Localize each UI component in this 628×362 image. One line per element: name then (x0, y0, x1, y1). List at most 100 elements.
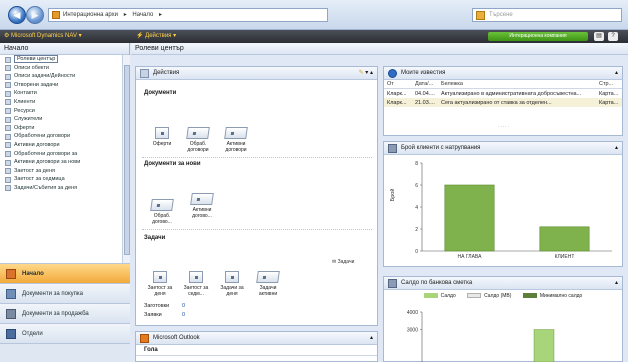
nav-item[interactable]: Отворени задачи (0, 81, 122, 90)
collapse-icon[interactable]: ▴ (615, 277, 618, 290)
action-label: Заетост за седм... (183, 285, 209, 297)
group-title-new-docs: Документи за нови (144, 161, 201, 167)
nav-item-label: Задачи/Събития за деня (14, 184, 78, 191)
panel-title: Брой клиенти с натрупвания (401, 145, 481, 151)
action-label: Активни догово... (192, 207, 212, 219)
search-input[interactable]: Търсене (472, 8, 622, 22)
address-toolbar: ◀ ▶ Интерационна архи ▸ Начало ▸ Търсене (0, 0, 628, 30)
action-processed-contracts[interactable]: Обраб. договори (182, 127, 214, 153)
nav-section-label: Отдели (22, 331, 43, 337)
nav-section-purchase-docs[interactable]: Документи за покупка (0, 283, 130, 303)
column-header[interactable]: Стр... (596, 80, 622, 89)
table-header-row: От Дата/... Бележка Стр... (384, 80, 622, 89)
action-offers[interactable]: Оферти (146, 127, 178, 147)
nav-list: Ролеви център Описи обекти Описи задачи/Де… (0, 55, 122, 263)
company-button[interactable]: Интерационна компания (488, 32, 588, 41)
search-placeholder: Търсене (489, 12, 513, 18)
nav-item-label: Описи обекти (14, 64, 49, 71)
table-row[interactable]: Кларк... 21.03.... Сега актуализирано от… (384, 98, 622, 107)
group-title-tasks: Задачи (144, 235, 166, 241)
y-tick-label: 0 (415, 249, 418, 255)
bar (444, 184, 495, 252)
breadcrumb-item[interactable]: Начало (132, 12, 153, 18)
x-tick-label: НА ГЛАВА (458, 254, 483, 260)
nav-item[interactable]: Ресурси (0, 107, 122, 116)
help-button[interactable]: ? (608, 32, 618, 41)
nav-item[interactable]: Заетост за деня (0, 167, 122, 176)
nav-item-label: Заетост за деня (14, 167, 55, 174)
nav-pane-footer (0, 343, 130, 362)
table-row[interactable]: Кларк... 04.04.... Актуализирано в админ… (384, 89, 622, 99)
nav-item[interactable]: Задачи/Събития за деня (0, 184, 122, 193)
breadcrumb[interactable]: Интерационна архи ▸ Начало ▸ (48, 8, 328, 22)
list-icon (5, 151, 11, 158)
list-icon (5, 159, 11, 166)
chevron-right-icon: ▸ (158, 12, 162, 18)
legend-item: Салдо (МВ) (467, 293, 511, 299)
nav-item[interactable]: Активни договори (0, 141, 122, 150)
nav-section-departments[interactable]: Отдели (0, 323, 130, 343)
app-menu[interactable]: ⚙ Microsoft Dynamics NAV ▾ (4, 30, 82, 43)
nav-item[interactable]: Обработени договори (0, 132, 122, 141)
nav-item[interactable]: Ролеви център (0, 55, 122, 64)
nav-item-label: Служители (14, 116, 43, 123)
cue-value[interactable]: 0 (182, 303, 185, 309)
nav-item[interactable]: Оферти (0, 124, 122, 133)
breadcrumb-item[interactable]: Интерационна архи (63, 12, 118, 18)
action-active-contracts[interactable]: Активни договори (220, 127, 252, 153)
action-label: Обраб. договори (187, 141, 209, 153)
list-icon (5, 125, 11, 132)
cue-value[interactable]: 0 (182, 312, 185, 318)
nav-item[interactable]: Контакти (0, 89, 122, 98)
contract-icon (186, 127, 210, 139)
action-new-processed[interactable]: Обраб. догово... (146, 199, 178, 225)
navigation-pane: Начало Ролеви център Описи обекти Описи за… (0, 43, 130, 362)
action-busy-week[interactable]: Заетост за седм... (180, 271, 212, 297)
nav-item[interactable]: Служители (0, 115, 122, 124)
documents-icon (6, 309, 16, 319)
tasks-link[interactable]: ✉ Задачи (332, 259, 354, 265)
panel-title: Microsoft Outlook (153, 335, 200, 341)
panel-controls[interactable]: ✎ ▾ ▴ (359, 67, 373, 80)
list-icon (5, 90, 11, 97)
action-tasks-active[interactable]: Задачи активни (252, 271, 284, 297)
nav-scrollbar[interactable] (122, 55, 130, 263)
scrollbar-thumb[interactable] (124, 65, 130, 255)
nav-section-label: Документи за покупка (22, 291, 84, 297)
nav-section-sales-docs[interactable]: Документи за продажба (0, 303, 130, 323)
column-header[interactable]: От (384, 80, 412, 89)
column-header[interactable]: Дата/... (412, 80, 438, 89)
table-cell: Карта... (596, 98, 622, 107)
action-busy-day[interactable]: Заетост за деня (144, 271, 176, 297)
collapse-icon[interactable]: ▴ (370, 332, 373, 345)
collapse-icon[interactable]: ▴ (615, 142, 618, 155)
column-header[interactable]: Бележка (438, 80, 596, 89)
action-label: Задачи активни (258, 285, 278, 297)
nav-item-label: Отворени задачи (14, 81, 59, 88)
nav-item[interactable]: Активни договори за нови (0, 158, 122, 167)
edit-icon[interactable]: ✎ (359, 70, 364, 76)
nav-section-home[interactable]: Начало (0, 263, 130, 283)
calendar-icon (189, 271, 203, 283)
nav-item[interactable]: Заетост за седмица (0, 175, 122, 184)
back-button[interactable]: ◀ (8, 6, 26, 24)
actions-icon (140, 69, 149, 78)
chart-legend: Салдо Салдо (МВ) Минимално салдо (384, 293, 622, 299)
list-icon (5, 82, 11, 89)
view-options-button[interactable]: ▤ (594, 32, 604, 41)
x-tick-label: КЛИЕНТ (555, 254, 575, 260)
nav-item[interactable]: Описи задачи/Дейности (0, 72, 122, 81)
legend-swatch (467, 293, 482, 299)
nav-item[interactable]: Описи обекти (0, 64, 122, 73)
nav-item[interactable]: Клиенти (0, 98, 122, 107)
notifications-panel: Моите известия ▴ От Дата/... Бележка Стр… (383, 66, 623, 136)
collapse-icon[interactable]: ▴ (615, 67, 618, 80)
actions-menu[interactable]: ⚡ Действия ▾ (136, 30, 176, 43)
nav-item-label: Ролеви център (14, 55, 59, 63)
nav-item[interactable]: Обработени договори за (0, 150, 122, 159)
action-tasks-day[interactable]: Задачи за деня (216, 271, 248, 297)
forward-button[interactable]: ▶ (26, 6, 44, 24)
action-new-active[interactable]: Активни догово... (186, 193, 218, 219)
document-icon (155, 127, 169, 139)
resize-grip[interactable]: ..... (498, 123, 510, 129)
